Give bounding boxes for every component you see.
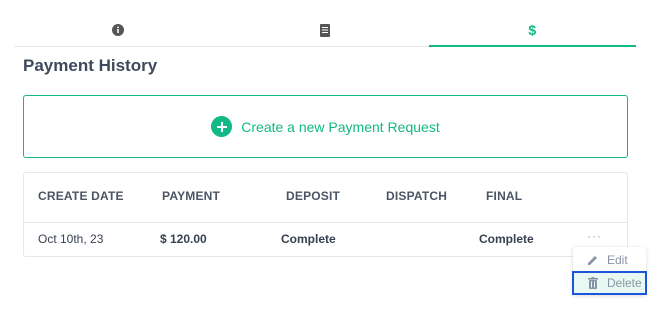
header-final: FINAL [486, 189, 523, 203]
cell-deposit: Complete [281, 232, 336, 246]
tab-receipt[interactable] [221, 14, 428, 46]
row-more-menu-icon[interactable]: ··· [587, 229, 602, 243]
tab-payments[interactable]: $ [428, 14, 637, 47]
header-deposit: DEPOSIT [286, 189, 341, 203]
create-payment-request-button[interactable]: Create a new Payment Request [23, 95, 628, 158]
cell-create-date: Oct 10th, 23 [38, 232, 104, 246]
table-header: CREATE DATE PAYMENT DEPOSIT DISPATCH FIN… [24, 173, 627, 223]
plus-circle-icon [211, 116, 233, 137]
cell-payment: $ 120.00 [160, 232, 207, 246]
info-circle-icon [111, 24, 124, 36]
delete-label: Delete [607, 276, 642, 290]
payment-history-table: CREATE DATE PAYMENT DEPOSIT DISPATCH FIN… [23, 172, 628, 257]
create-payment-request-label: Create a new Payment Request [241, 118, 440, 135]
tab-bar: $ [14, 14, 637, 47]
header-payment: PAYMENT [162, 189, 221, 203]
dollar-icon: $ [528, 22, 537, 38]
edit-menu-item[interactable]: Edit [573, 249, 646, 271]
page-title: Payment History [23, 56, 158, 75]
trash-icon [585, 277, 601, 289]
header-dispatch: DISPATCH [386, 189, 448, 203]
header-create-date: CREATE DATE [38, 189, 124, 203]
edit-label: Edit [607, 253, 628, 267]
receipt-icon [319, 23, 330, 37]
tab-info[interactable] [14, 14, 221, 46]
pencil-icon [585, 254, 601, 266]
cell-final: Complete [479, 232, 534, 246]
delete-menu-item[interactable]: Delete [572, 271, 647, 295]
row-action-menu: Edit Delete [572, 247, 647, 295]
